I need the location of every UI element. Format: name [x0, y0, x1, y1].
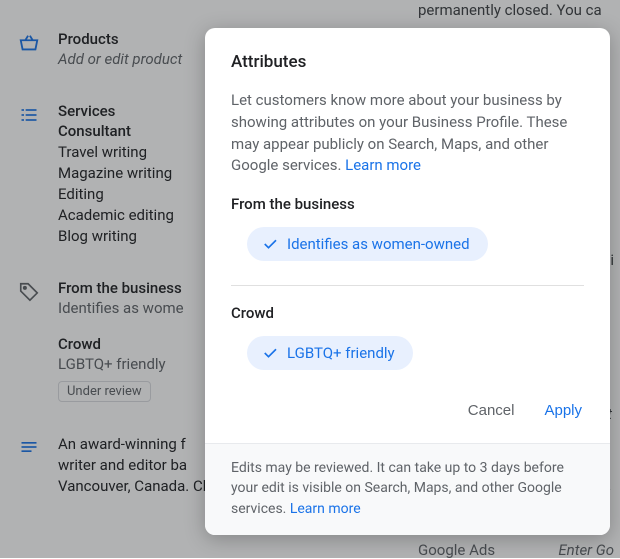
- chip-women-owned[interactable]: Identifies as women-owned: [247, 227, 488, 261]
- modal-description: Let customers know more about your busin…: [231, 90, 584, 177]
- chip-lgbtq-friendly[interactable]: LGBTQ+ friendly: [247, 336, 413, 370]
- chip-label: Identifies as women-owned: [287, 235, 470, 253]
- modal-title: Attributes: [231, 52, 584, 72]
- check-icon: [261, 235, 279, 253]
- divider: [231, 285, 584, 286]
- group-title-from-business: From the business: [231, 195, 584, 213]
- apply-button[interactable]: Apply: [542, 398, 584, 423]
- modal-footer: Edits may be reviewed. It can take up to…: [205, 443, 610, 535]
- footer-text: Edits may be reviewed. It can take up to…: [231, 460, 564, 517]
- group-title-crowd: Crowd: [231, 304, 584, 322]
- footer-learn-more-link[interactable]: Learn more: [290, 501, 361, 517]
- modal-actions: Cancel Apply: [205, 370, 610, 443]
- learn-more-link[interactable]: Learn more: [345, 156, 421, 174]
- check-icon: [261, 344, 279, 362]
- chip-label: LGBTQ+ friendly: [287, 344, 395, 362]
- cancel-button[interactable]: Cancel: [466, 398, 517, 423]
- attributes-modal: Attributes Let customers know more about…: [205, 28, 610, 535]
